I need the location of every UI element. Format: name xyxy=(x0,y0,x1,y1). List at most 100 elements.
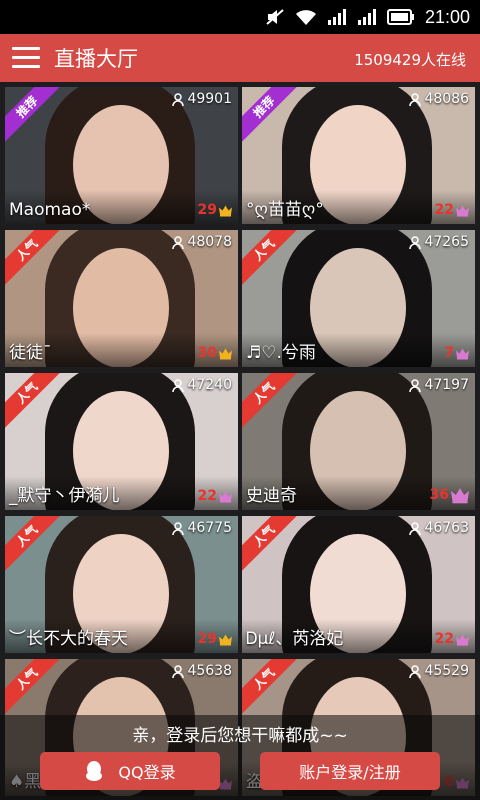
viewer-count-value: 47197 xyxy=(424,377,469,393)
person-icon xyxy=(172,235,185,249)
crown-icon xyxy=(219,205,232,216)
streamer-level: 30 xyxy=(198,345,232,361)
menu-icon[interactable] xyxy=(12,47,40,69)
hot-ribbon: 人气 xyxy=(5,516,62,571)
battery-icon xyxy=(386,9,414,25)
streamer-level: 22 xyxy=(435,202,469,218)
viewer-count: 47265 xyxy=(409,234,469,250)
recommend-ribbon: 推荐 xyxy=(5,87,62,142)
ribbon-label: 推荐 xyxy=(5,87,62,142)
streamer-name: ︶长不大的春天 xyxy=(9,629,128,649)
viewer-count: 46775 xyxy=(172,520,232,536)
live-room-card[interactable]: 推荐 48086 °ღ苗苗ღ° 22 xyxy=(242,87,475,224)
ribbon-label: 人气 xyxy=(5,373,62,428)
ribbon-label: 人气 xyxy=(242,659,299,714)
crown-icon xyxy=(456,634,469,645)
viewer-count-value: 48078 xyxy=(187,234,232,250)
status-icons: 21:00 xyxy=(265,0,470,34)
ribbon-label: 人气 xyxy=(242,230,299,285)
viewer-count: 48078 xyxy=(172,234,232,250)
viewer-count: 49901 xyxy=(172,91,232,107)
streamer-level: 7 xyxy=(444,345,469,361)
login-bar: 亲，登录后您想干嘛都成~~ QQ登录 账户登录/注册 xyxy=(0,715,480,800)
mute-icon xyxy=(266,9,284,25)
viewer-count: 45638 xyxy=(172,663,232,679)
viewer-count-value: 45529 xyxy=(424,663,469,679)
level-value: 22 xyxy=(197,488,217,504)
streamer-level: 22 xyxy=(435,631,469,647)
online-count: 1509429人在线 xyxy=(354,51,466,69)
ribbon-label: 人气 xyxy=(5,659,62,714)
live-room-card[interactable]: 人气 48078 徒徒¯ 30 xyxy=(5,230,238,367)
viewer-count-value: 47265 xyxy=(424,234,469,250)
account-login-button[interactable]: 账户登录/注册 xyxy=(260,752,440,790)
viewer-count: 45529 xyxy=(409,663,469,679)
live-room-card[interactable]: 人气 46763 Ꭰμℓ、芮洛妃 22 xyxy=(242,516,475,653)
qq-login-label: QQ登录 xyxy=(118,763,176,782)
ribbon-label: 人气 xyxy=(242,516,299,571)
ribbon-label: 推荐 xyxy=(242,87,299,142)
live-room-card[interactable]: 人气 46775 ︶长不大的春天 29 xyxy=(5,516,238,653)
crown-icon xyxy=(219,491,232,502)
hot-ribbon: 人气 xyxy=(5,659,62,714)
streamer-name: Maomao* xyxy=(9,200,91,220)
recommend-ribbon: 推荐 xyxy=(242,87,299,142)
viewer-count: 47197 xyxy=(409,377,469,393)
login-prompt: 亲，登录后您想干嘛都成~~ xyxy=(132,726,348,746)
hot-ribbon: 人气 xyxy=(242,516,299,571)
qq-penguin-icon xyxy=(86,761,103,781)
account-login-label: 账户登录/注册 xyxy=(299,763,401,782)
signal-icon-2 xyxy=(357,9,376,25)
hot-ribbon: 人气 xyxy=(5,373,62,428)
crown-icon xyxy=(456,348,469,359)
streamer-name: ♬♡.兮雨 xyxy=(246,343,316,363)
app-header: 直播大厅 1509429人在线 xyxy=(0,34,480,82)
crown-icon xyxy=(456,205,469,216)
viewer-count-value: 45638 xyxy=(187,663,232,679)
streamer-name: Ꭰμℓ、芮洛妃 xyxy=(246,629,344,649)
wifi-icon xyxy=(295,10,316,25)
streamer-name: 徒徒¯ xyxy=(9,343,52,363)
streamer-name: _默守丶伊漪儿 xyxy=(9,486,120,506)
person-icon xyxy=(172,378,185,392)
live-room-card[interactable]: 人气 47265 ♬♡.兮雨 7 xyxy=(242,230,475,367)
level-value: 30 xyxy=(197,345,217,361)
live-room-card[interactable]: 人气 47240 _默守丶伊漪儿 22 xyxy=(5,373,238,510)
live-room-card[interactable]: 推荐 49901 Maomao* 29 xyxy=(5,87,238,224)
level-value: 22 xyxy=(434,631,454,647)
level-value: 29 xyxy=(197,631,217,647)
level-value: 29 xyxy=(197,202,217,218)
person-icon xyxy=(409,235,422,249)
viewer-count: 48086 xyxy=(409,91,469,107)
ribbon-label: 人气 xyxy=(242,373,299,428)
person-icon xyxy=(409,664,422,678)
signal-icon xyxy=(327,9,346,25)
person-icon xyxy=(409,378,422,392)
viewer-count-value: 49901 xyxy=(187,91,232,107)
viewer-count: 47240 xyxy=(172,377,232,393)
person-icon xyxy=(172,664,185,678)
person-icon xyxy=(409,521,422,535)
person-icon xyxy=(172,521,185,535)
hot-ribbon: 人气 xyxy=(5,230,62,285)
streamer-level: 36 xyxy=(430,486,469,504)
streamer-level: 22 xyxy=(198,488,232,504)
streamer-level: 29 xyxy=(198,202,232,218)
qq-login-button[interactable]: QQ登录 xyxy=(40,752,220,790)
clock: 21:00 xyxy=(424,6,470,27)
crown-icon xyxy=(451,488,469,504)
status-bar: 21:00 xyxy=(0,0,480,34)
streamer-name: °ღ苗苗ღ° xyxy=(246,200,324,220)
viewer-count: 46763 xyxy=(409,520,469,536)
page-title: 直播大厅 xyxy=(54,47,138,71)
viewer-count-value: 46775 xyxy=(187,520,232,536)
ribbon-label: 人气 xyxy=(5,230,62,285)
viewer-count-value: 47240 xyxy=(187,377,232,393)
streamer-level: 29 xyxy=(198,631,232,647)
live-room-card[interactable]: 人气 47197 史迪奇 36 xyxy=(242,373,475,510)
person-icon xyxy=(409,92,422,106)
viewer-count-value: 46763 xyxy=(424,520,469,536)
hot-ribbon: 人气 xyxy=(242,373,299,428)
streamer-name: 史迪奇 xyxy=(246,486,297,506)
person-icon xyxy=(172,92,185,106)
